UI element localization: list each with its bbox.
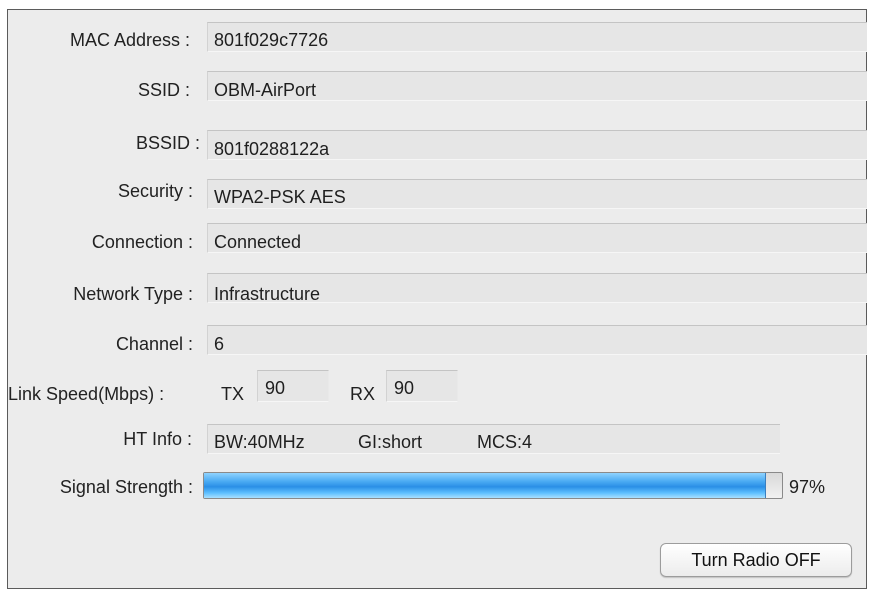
signal-strength-label: Signal Strength : (59, 477, 193, 497)
bssid-value: 801f0288122a (214, 139, 330, 159)
tx-label: TX (221, 384, 245, 404)
turn-radio-off-button[interactable]: Turn Radio OFF (660, 543, 852, 577)
ht-info-gi: GI:short (358, 432, 423, 452)
network-type-value: Infrastructure (214, 284, 321, 304)
connection-field (207, 223, 867, 253)
connection-label: Connection : (91, 232, 193, 252)
channel-value: 6 (214, 334, 225, 354)
channel-field (207, 325, 867, 355)
connection-value: Connected (214, 232, 302, 252)
tx-value: 90 (265, 378, 286, 398)
signal-strength-bar (203, 472, 783, 499)
mac-address-label: MAC Address : (69, 30, 190, 50)
rx-label: RX (350, 384, 376, 404)
ht-info-mcs: MCS:4 (477, 432, 533, 452)
channel-label: Channel : (115, 334, 193, 354)
network-type-label: Network Type : (73, 284, 193, 304)
rx-value: 90 (394, 378, 415, 398)
bssid-label: BSSID : (135, 133, 200, 153)
security-label: Security : (117, 181, 193, 201)
signal-strength-percent: 97% (789, 477, 826, 497)
ht-info-bw: BW:40MHz (214, 432, 305, 452)
link-speed-label: Link Speed(Mbps) : (8, 384, 165, 404)
ssid-label: SSID : (137, 80, 190, 100)
signal-strength-fill (204, 473, 766, 498)
ht-info-label: HT Info : (123, 429, 192, 449)
security-value: WPA2-PSK AES (214, 187, 346, 207)
ssid-value: OBM-AirPort (214, 80, 317, 100)
mac-address-value: 801f029c7726 (214, 30, 329, 50)
